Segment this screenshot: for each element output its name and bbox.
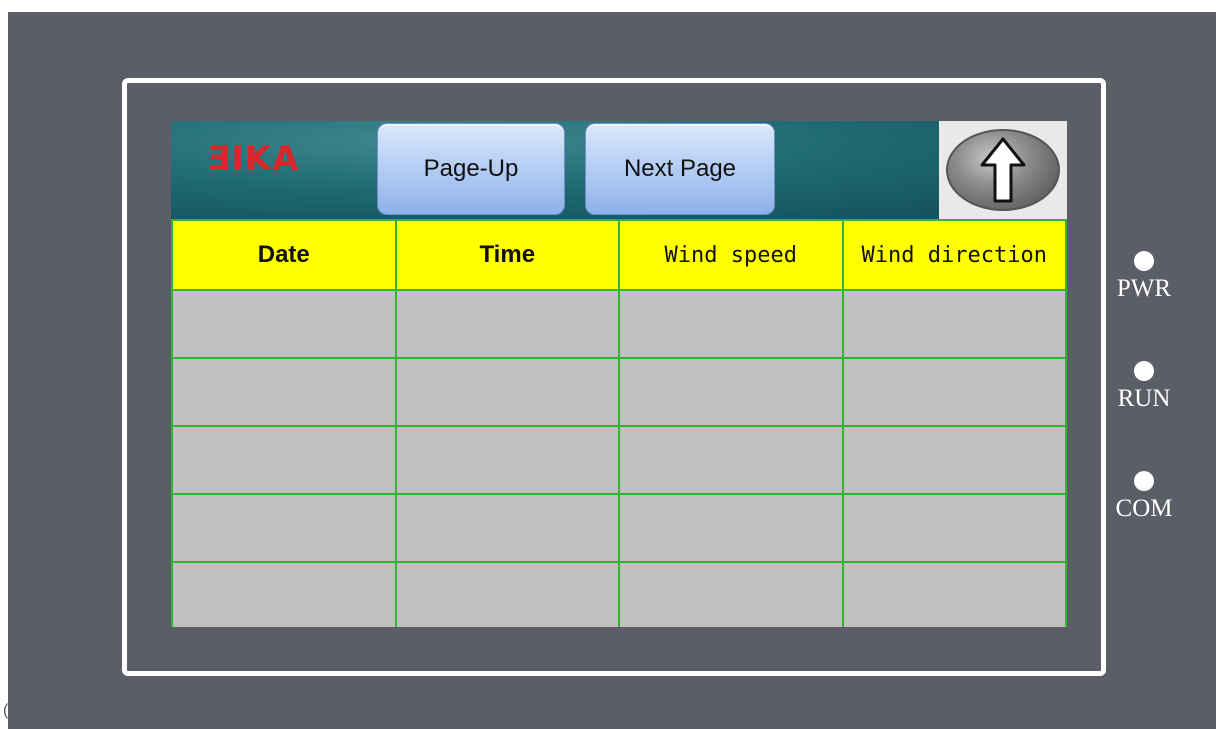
brand-logo: ƎIKA xyxy=(207,137,353,181)
screen-bezel: ƎIKA Page-Up Next Page Date Time Wind sp… xyxy=(122,78,1106,676)
up-arrow-button[interactable] xyxy=(939,121,1067,219)
table-cell xyxy=(841,289,1067,359)
pwr-label: PWR xyxy=(1116,275,1172,302)
table-cell xyxy=(171,357,397,427)
table-header-row: Date Time Wind speed Wind direction xyxy=(171,219,1067,291)
table-cell xyxy=(618,493,844,563)
table-row xyxy=(171,289,1067,359)
table-cell xyxy=(841,493,1067,563)
table-cell xyxy=(394,357,620,427)
up-arrow-icon xyxy=(946,129,1060,211)
table-cell xyxy=(841,561,1067,627)
table-cell xyxy=(841,425,1067,495)
run-label: RUN xyxy=(1117,385,1171,412)
table-cell xyxy=(618,289,844,359)
display-screen: ƎIKA Page-Up Next Page Date Time Wind sp… xyxy=(171,121,1067,627)
pwr-indicator: PWR xyxy=(1112,251,1176,303)
brand-logo-text: ƎIKA xyxy=(207,139,300,179)
table-cell xyxy=(618,561,844,627)
run-led-icon xyxy=(1134,361,1154,381)
next-page-button[interactable]: Next Page xyxy=(585,123,775,215)
column-header-time: Time xyxy=(394,219,620,291)
table-cell xyxy=(618,357,844,427)
next-page-label: Next Page xyxy=(623,155,737,182)
table-cell xyxy=(618,425,844,495)
com-led-icon xyxy=(1134,471,1154,491)
table-cell xyxy=(171,425,397,495)
com-indicator: COM xyxy=(1112,471,1176,523)
table-cell xyxy=(171,561,397,627)
table-cell xyxy=(394,425,620,495)
table-cell xyxy=(394,289,620,359)
table-row xyxy=(171,561,1067,627)
table-row xyxy=(171,357,1067,427)
column-header-date: Date xyxy=(171,219,397,291)
run-indicator: RUN xyxy=(1112,361,1176,413)
data-table: Date Time Wind speed Wind direction xyxy=(171,219,1067,627)
com-label: COM xyxy=(1115,495,1173,522)
table-cell xyxy=(171,289,397,359)
table-cell xyxy=(394,493,620,563)
column-header-wind-direction: Wind direction xyxy=(841,219,1067,291)
pwr-led-icon xyxy=(1134,251,1154,271)
page-up-label: Page-Up xyxy=(423,155,519,182)
column-header-wind-speed: Wind speed xyxy=(618,219,844,291)
hmi-device: ƎIKA Page-Up Next Page Date Time Wind sp… xyxy=(8,12,1216,729)
table-cell xyxy=(171,493,397,563)
table-row xyxy=(171,425,1067,495)
table-cell xyxy=(394,561,620,627)
screen-header: ƎIKA Page-Up Next Page xyxy=(171,121,1067,219)
table-cell xyxy=(841,357,1067,427)
page-up-button[interactable]: Page-Up xyxy=(377,123,565,215)
table-row xyxy=(171,493,1067,563)
